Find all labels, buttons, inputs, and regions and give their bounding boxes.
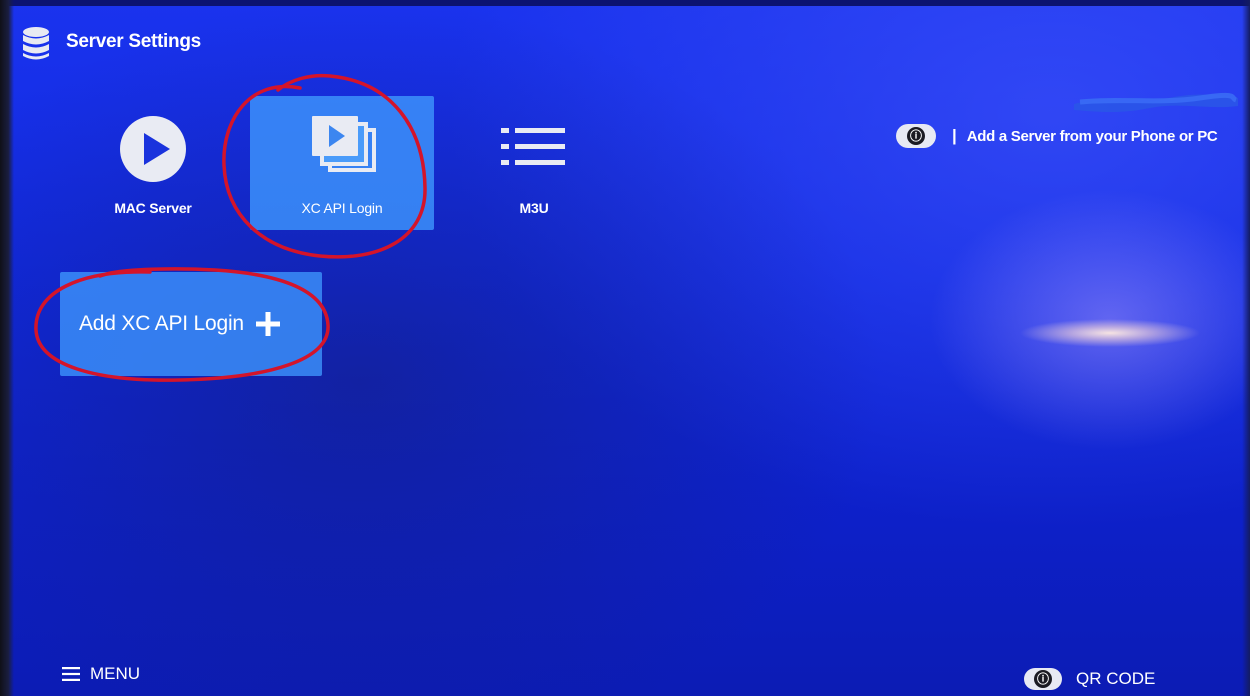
menu-button[interactable]: MENU	[62, 664, 140, 684]
redaction-scribble	[1074, 92, 1238, 112]
screen-bezel-right	[1242, 0, 1250, 696]
xc-api-login-tile[interactable]: XC API Login	[250, 96, 434, 230]
screen-bezel-left	[0, 0, 14, 696]
menu-label: MENU	[90, 664, 141, 683]
add-xc-api-login-label: Add XC API Login	[79, 312, 244, 335]
database-icon	[23, 27, 49, 60]
page-header: Server Settings	[20, 24, 201, 64]
m3u-tile[interactable]: M3U	[470, 96, 598, 230]
screen-bezel-top	[0, 0, 1250, 6]
stacked-media-icon	[312, 116, 376, 172]
mac-server-label: MAC Server	[114, 200, 192, 216]
info-separator: |	[952, 126, 957, 145]
tv-screen: Server Settings MAC Server XC API Login …	[0, 0, 1250, 696]
info-icon: ⓘ	[896, 124, 936, 148]
add-from-device-hint: ⓘ | Add a Server from your Phone or PC	[896, 124, 1218, 148]
hamburger-icon	[62, 667, 80, 681]
mac-server-tile[interactable]: MAC Server	[92, 96, 214, 230]
play-circle-icon	[120, 116, 186, 182]
m3u-label: M3U	[519, 200, 549, 216]
xc-api-login-label: XC API Login	[301, 200, 383, 216]
page-title: Server Settings	[66, 31, 201, 52]
add-xc-api-login-button[interactable]: Add XC API Login	[60, 272, 322, 376]
qr-code-button[interactable]: ⓘ QR CODE	[1024, 668, 1155, 690]
qr-code-label: QR CODE	[1076, 669, 1156, 688]
info-icon: ⓘ	[1024, 668, 1062, 690]
info-text: Add a Server from your Phone or PC	[966, 127, 1218, 145]
plus-icon	[255, 312, 280, 336]
list-icon	[501, 128, 565, 165]
